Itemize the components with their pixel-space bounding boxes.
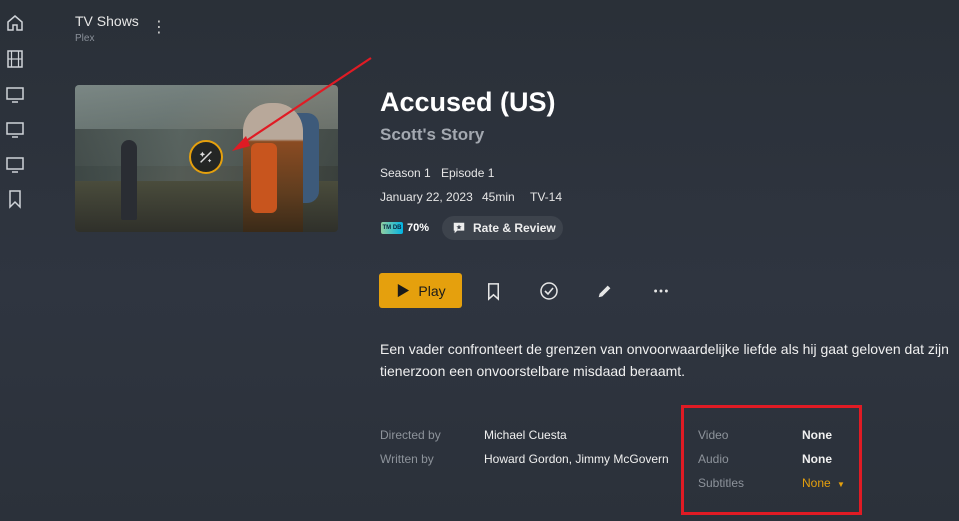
- film-icon[interactable]: [4, 48, 26, 70]
- match-artwork-icon[interactable]: [189, 140, 223, 174]
- thumbnail-figure: [121, 140, 137, 220]
- review-icon: [453, 222, 465, 234]
- subtitles-dropdown[interactable]: None ▼: [802, 476, 845, 490]
- video-label: Video: [698, 428, 729, 442]
- rate-review-button[interactable]: Rate & Review: [442, 216, 563, 240]
- episode-summary: Een vader confronteert de grenzen van on…: [380, 341, 949, 379]
- video-stream-value: None: [802, 428, 832, 442]
- mark-watched-check-icon[interactable]: [538, 280, 560, 302]
- episode-label: Episode 1: [441, 166, 495, 180]
- episode-thumbnail[interactable]: [75, 85, 338, 232]
- edit-pencil-icon[interactable]: [594, 280, 616, 302]
- written-by-label: Written by: [380, 452, 434, 466]
- library-title[interactable]: TV Shows: [75, 13, 139, 29]
- directed-by-label: Directed by: [380, 428, 441, 442]
- watchlist-bookmark-icon[interactable]: [482, 280, 504, 302]
- season-label[interactable]: Season 1: [380, 166, 431, 180]
- content-rating: TV-14: [530, 190, 563, 204]
- rate-review-label: Rate & Review: [473, 221, 556, 235]
- runtime: 45min: [482, 190, 515, 204]
- subtitles-label: Subtitles: [698, 476, 745, 490]
- tv-icon[interactable]: [4, 153, 26, 175]
- tv-icon[interactable]: [4, 118, 26, 140]
- show-title[interactable]: Accused (US): [380, 87, 556, 118]
- tmdb-score: 70%: [407, 222, 430, 234]
- chevron-down-icon: ▼: [837, 480, 845, 489]
- home-icon[interactable]: [4, 12, 26, 34]
- library-server: Plex: [75, 33, 95, 44]
- bookmark-icon[interactable]: [4, 188, 26, 210]
- tv-icon[interactable]: [4, 83, 26, 105]
- more-vertical-icon[interactable]: ⋮: [151, 17, 167, 37]
- audio-stream-value: None: [802, 452, 832, 466]
- play-icon: [398, 283, 410, 298]
- play-button[interactable]: Play: [379, 273, 462, 308]
- tmdb-logo-icon: TM DB: [381, 222, 403, 234]
- more-horizontal-icon[interactable]: [650, 280, 672, 302]
- subtitles-value: None: [802, 476, 831, 490]
- writer-names[interactable]: Howard Gordon, Jimmy McGovern: [484, 452, 669, 466]
- thumbnail-scarf: [251, 143, 277, 213]
- episode-title: Scott's Story: [380, 125, 485, 144]
- audio-label: Audio: [698, 452, 729, 466]
- air-date: January 22, 2023: [380, 190, 473, 204]
- play-label: Play: [418, 282, 446, 299]
- director-name[interactable]: Michael Cuesta: [484, 428, 567, 442]
- sidebar: [0, 0, 34, 521]
